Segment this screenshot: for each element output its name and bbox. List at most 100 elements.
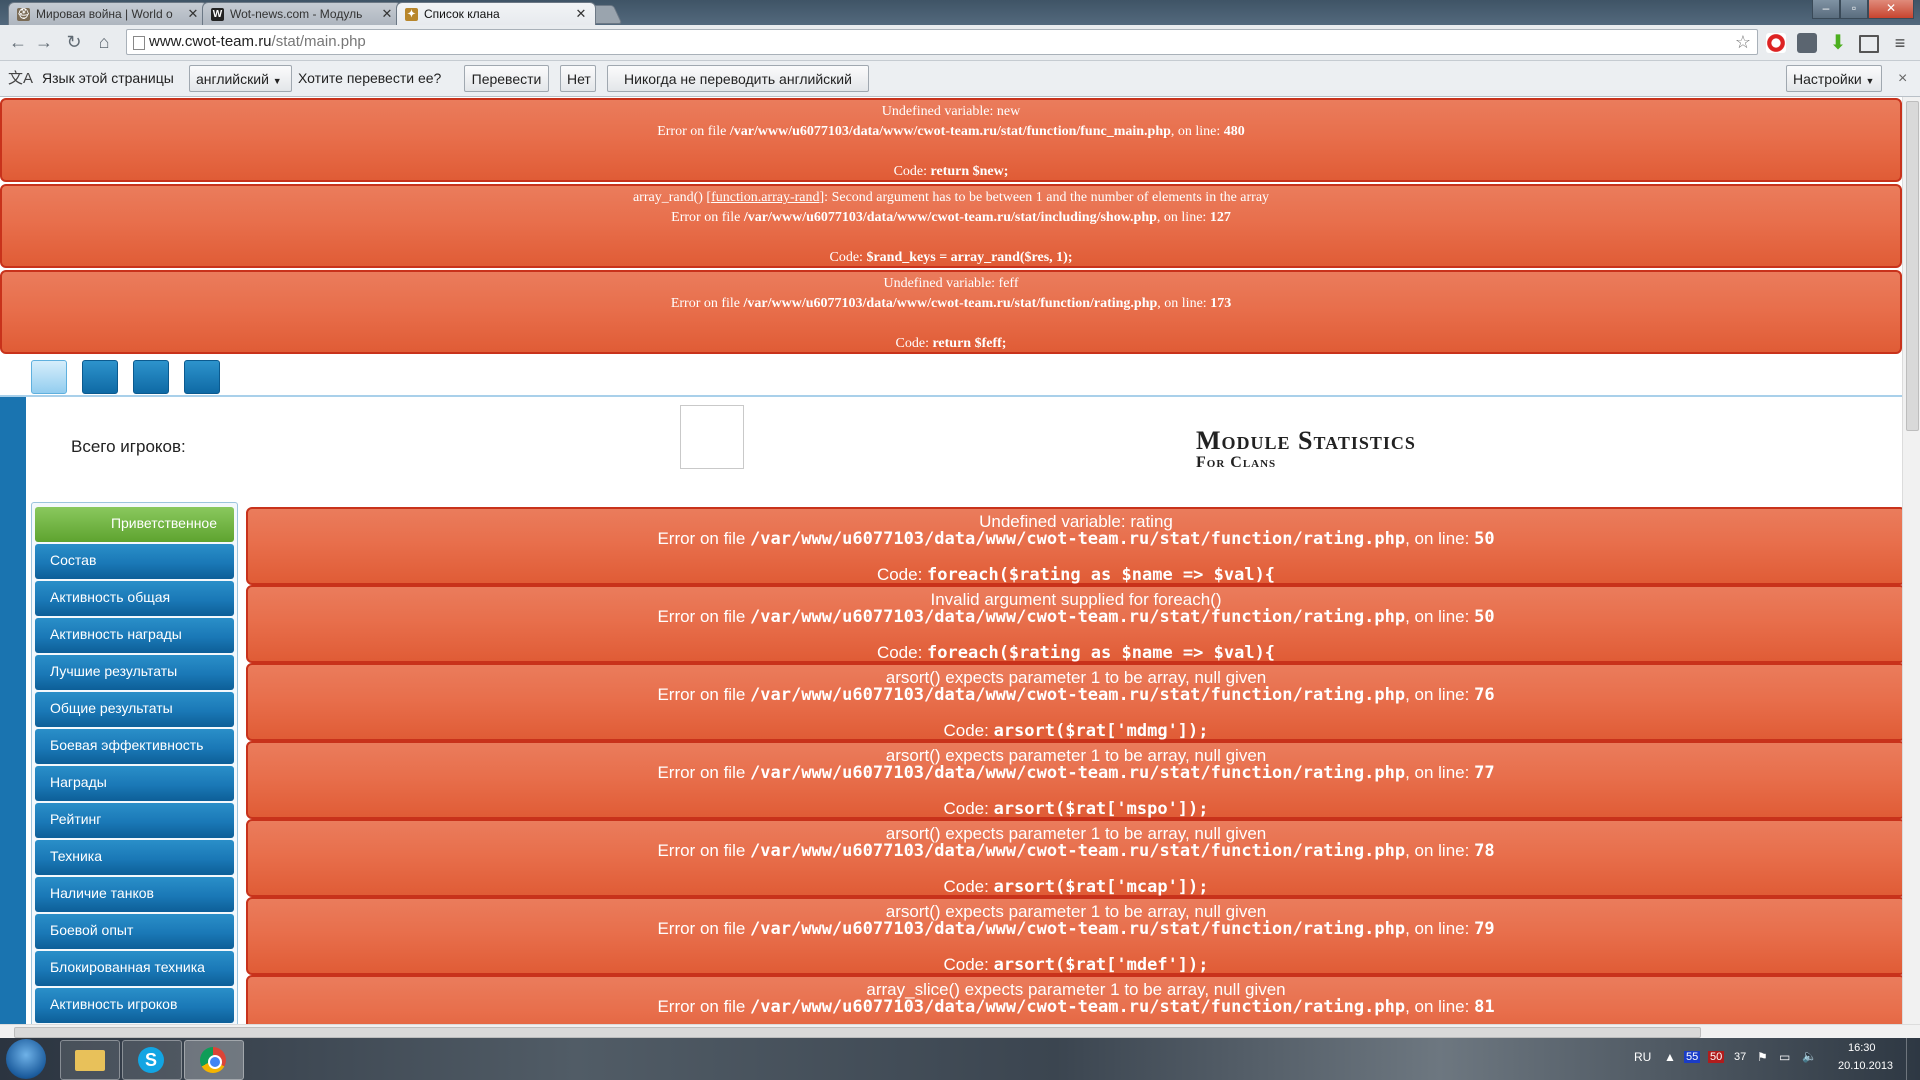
sidebar-item-tanks-owned[interactable]: Наличие танков (35, 877, 234, 912)
vertical-scrollbar[interactable] (1902, 97, 1920, 1024)
error-location: Error on file /var/www/u6077103/data/www… (657, 607, 1495, 627)
sidebar-item-awards[interactable]: Награды (35, 766, 234, 801)
language-select-value: английский (196, 71, 269, 87)
skype-icon[interactable]: S (122, 1040, 182, 1080)
web-page: Undefined variable: new Error on file /v… (0, 97, 1902, 1024)
url-host: www.cwot-team.ru (149, 33, 272, 50)
sidebar-item-welcome[interactable]: Приветственное (35, 507, 234, 542)
w-icon: W (211, 7, 224, 21)
extension-icon[interactable] (1797, 33, 1817, 53)
back-arrow-icon[interactable]: ← (6, 30, 30, 54)
sidebar-item-overall-results[interactable]: Общие результаты (35, 692, 234, 727)
php-doc-link[interactable]: function.array-rand (711, 190, 819, 205)
sidebar-item-activity-general[interactable]: Активность общая (35, 581, 234, 616)
bookmark-star-icon[interactable]: ☆ (1735, 30, 1751, 54)
error-message: Undefined variable: new (881, 104, 1021, 119)
windows-start-button[interactable] (6, 1039, 46, 1079)
settings-label: Настройки (1793, 71, 1862, 87)
nav-square-button[interactable] (133, 360, 169, 394)
sidebar-item-vehicles[interactable]: Техника (35, 840, 234, 875)
horizontal-scrollbar[interactable] (0, 1024, 1920, 1038)
show-desktop-button[interactable] (1906, 1038, 1920, 1080)
sidebar-item-activity-awards[interactable]: Активность награды (35, 618, 234, 653)
chrome-icon[interactable] (184, 1040, 244, 1080)
sidebar-item-player-activity[interactable]: Активность игроков (35, 988, 234, 1023)
error-code: Code: foreach($rating as $name => $val){ (876, 643, 1276, 663)
close-icon[interactable]: ✕ (381, 6, 393, 22)
clock-time[interactable]: 16:30 (1848, 1042, 1876, 1054)
chevron-down-icon: ▼ (1865, 76, 1875, 86)
sidebar-item-best-results[interactable]: Лучшие результаты (35, 655, 234, 690)
menu-icon[interactable]: ≡ (1890, 33, 1910, 53)
sidebar-item-rating[interactable]: Рейтинг (35, 803, 234, 838)
close-icon[interactable]: ✕ (575, 6, 587, 22)
explorer-folder-icon[interactable] (60, 1040, 120, 1080)
browser-tab-strip: ⛑ Мировая война | World o ✕ W Wot-news.c… (0, 0, 1920, 25)
action-center-flag-icon[interactable]: ⚑ (1757, 1050, 1768, 1064)
logo-title: Module Statistics (1196, 426, 1416, 455)
minimize-button[interactable]: – (1812, 0, 1840, 19)
address-bar[interactable]: www.cwot-team.ru/stat/main.php ☆ (126, 29, 1758, 55)
tab-world-of-tanks[interactable]: ⛑ Мировая война | World o ✕ (8, 2, 208, 25)
clan-emblem-placeholder (680, 405, 744, 469)
close-icon[interactable]: ✕ (187, 6, 199, 22)
tab-wot-news[interactable]: W Wot-news.com - Модуль ✕ (202, 2, 402, 25)
error-location: Error on file /var/www/u6077103/data/www… (657, 919, 1495, 939)
nav-square-button[interactable] (184, 360, 220, 394)
nav-square-button[interactable] (31, 360, 67, 394)
tray-badge[interactable]: 37 (1732, 1051, 1748, 1063)
error-code: Code: arsort($rat['mdmg']); (943, 721, 1209, 741)
clock-date[interactable]: 20.10.2013 (1838, 1060, 1893, 1072)
error-box: Invalid argument supplied for foreach() … (246, 585, 1902, 663)
tray-badge[interactable]: 50 (1708, 1051, 1725, 1063)
tab-clan-list[interactable]: ✦ Список клана ✕ (396, 2, 596, 25)
tab-title: Wot-news.com - Модуль (230, 7, 363, 21)
translate-close-icon[interactable]: × (1898, 65, 1907, 92)
translate-button[interactable]: Перевести (464, 65, 549, 92)
network-icon[interactable]: ▭ (1779, 1050, 1790, 1064)
error-box: arsort() expects parameter 1 to be array… (246, 897, 1902, 975)
error-location: Error on file /var/www/u6077103/data/www… (657, 763, 1495, 783)
error-code: Code: return $new; (893, 164, 1009, 179)
language-select[interactable]: английский ▼ (189, 65, 292, 92)
error-box: Undefined variable: rating Error on file… (246, 507, 1902, 585)
translate-settings-button[interactable]: Настройки ▼ (1786, 65, 1882, 92)
sidebar-item-locked-vehicles[interactable]: Блокированная техника (35, 951, 234, 986)
sidebar-item-combat-efficiency[interactable]: Боевая эффективность (35, 729, 234, 764)
error-box: Undefined variable: feff Error on file /… (0, 270, 1902, 354)
error-location: Error on file /var/www/u6077103/data/www… (657, 841, 1495, 861)
nav-square-button[interactable] (82, 360, 118, 394)
tray-badge[interactable]: 55 (1684, 1051, 1701, 1063)
window-icon[interactable] (1859, 35, 1879, 53)
language-indicator[interactable]: RU (1634, 1050, 1651, 1064)
never-translate-button[interactable]: Никогда не переводить английский (607, 65, 869, 92)
site-logo: Module Statistics For Clans (1196, 427, 1416, 471)
tab-title: Список клана (424, 7, 500, 21)
translate-bar: 文A Язык этой страницы английский ▼ Хотит… (0, 61, 1920, 97)
browser-toolbar: ← → ↻ ⌂ www.cwot-team.ru/stat/main.php ☆… (0, 25, 1920, 61)
error-box: arsort() expects parameter 1 to be array… (246, 819, 1902, 897)
volume-icon[interactable]: 🔈 (1802, 1049, 1817, 1063)
error-code: Code: $rand_keys = array_rand($res, 1); (829, 250, 1073, 265)
sidebar-item-battle-experience[interactable]: Боевой опыт (35, 914, 234, 949)
error-message: Undefined variable: feff (883, 276, 1019, 291)
scrollbar-thumb[interactable] (1906, 101, 1919, 431)
forward-arrow-icon[interactable]: → (32, 30, 56, 54)
sidebar-item-roster[interactable]: Состав (35, 544, 234, 579)
chevron-down-icon: ▼ (272, 76, 282, 86)
home-icon[interactable]: ⌂ (92, 30, 116, 54)
error-code: Code: return $feff; (895, 336, 1007, 351)
error-box: array_slice() expects parameter 1 to be … (246, 975, 1902, 1024)
error-box: arsort() expects parameter 1 to be array… (246, 663, 1902, 741)
no-button[interactable]: Нет (560, 65, 596, 92)
reload-icon[interactable]: ↻ (62, 30, 86, 54)
download-arrow-icon[interactable]: ⬇ (1828, 33, 1848, 53)
scrollbar-thumb[interactable] (14, 1027, 1701, 1038)
error-location: Error on file /var/www/u6077103/data/www… (657, 124, 1245, 139)
opera-extension-icon[interactable] (1766, 33, 1786, 53)
tray-expand-icon[interactable]: ▲ (1664, 1050, 1676, 1064)
page-icon (133, 36, 145, 50)
translate-label: Язык этой страницы (42, 70, 174, 86)
maximize-button[interactable]: ▫ (1840, 0, 1868, 19)
close-window-button[interactable]: ✕ (1868, 0, 1914, 19)
